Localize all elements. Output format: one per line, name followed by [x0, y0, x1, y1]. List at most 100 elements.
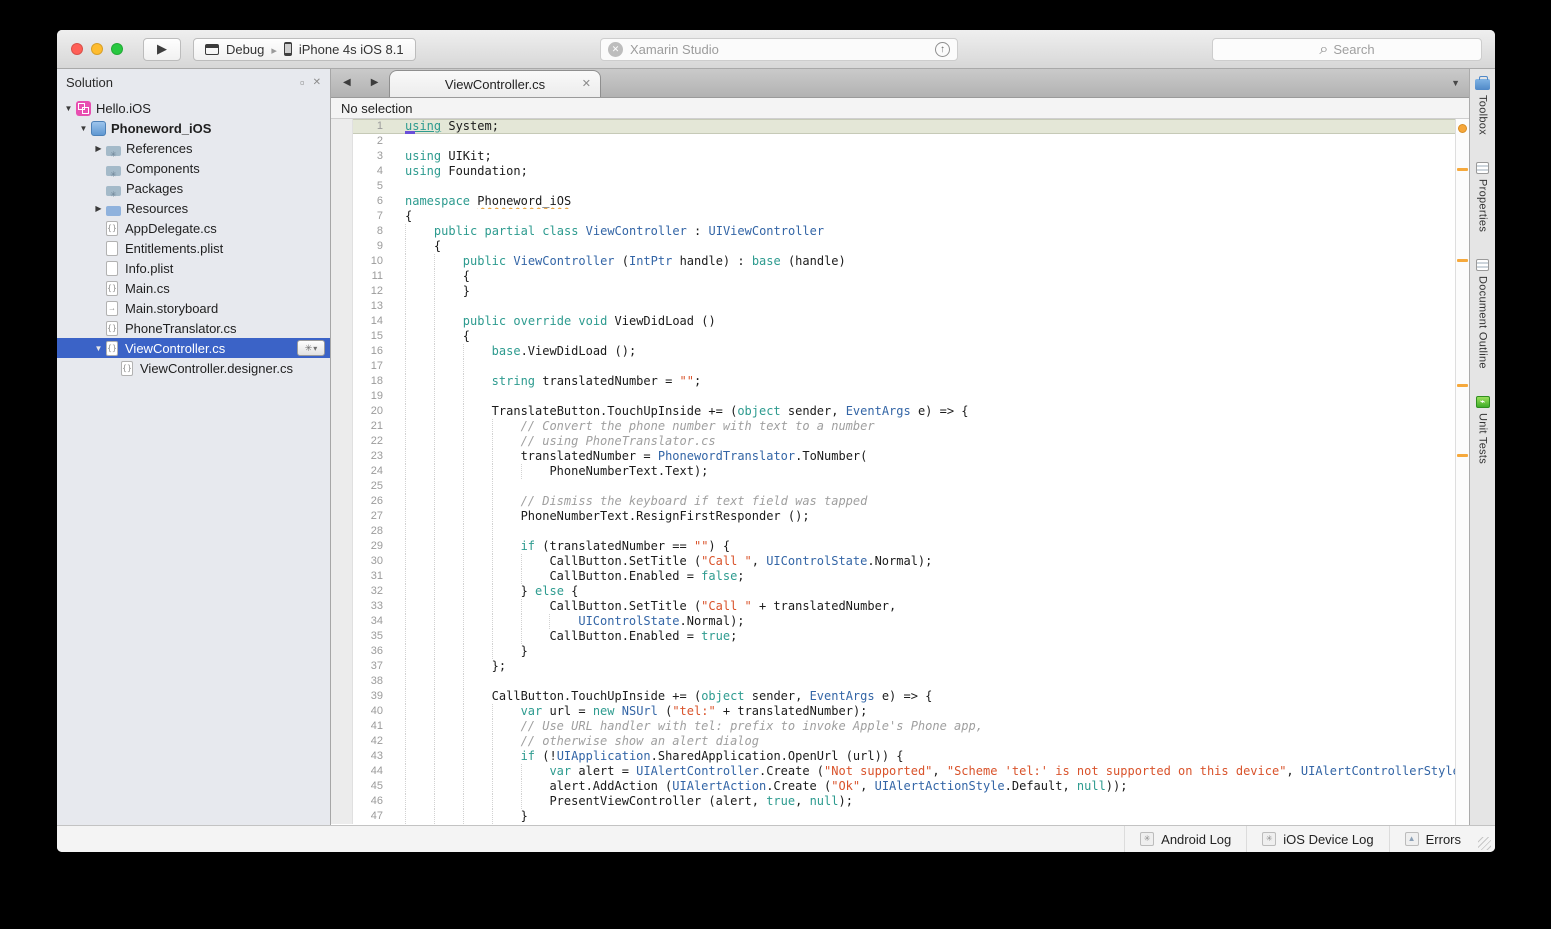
expander-open-icon[interactable]: ▼ — [63, 104, 74, 113]
statusbar-errors[interactable]: Errors — [1389, 826, 1476, 852]
breakpoint-margin[interactable] — [331, 374, 353, 389]
navigate-back-button[interactable] — [343, 77, 351, 88]
tree-item-components[interactable]: Components — [57, 158, 330, 178]
dock-pad-icon[interactable] — [300, 75, 305, 90]
tab-viewcontroller[interactable]: ViewController.cs — [389, 70, 601, 97]
close-pad-icon[interactable] — [313, 77, 321, 88]
breakpoint-margin[interactable] — [331, 809, 353, 824]
breakpoint-margin[interactable] — [331, 599, 353, 614]
warning-tick[interactable] — [1457, 259, 1468, 262]
zoom-window-button[interactable] — [111, 43, 123, 55]
breakpoint-margin[interactable] — [331, 704, 353, 719]
breakpoint-margin[interactable] — [331, 719, 353, 734]
breakpoint-margin[interactable] — [331, 689, 353, 704]
quick-task-status-icon[interactable] — [1458, 124, 1467, 133]
tree-item-entitlements-plist[interactable]: Entitlements.plist — [57, 238, 330, 258]
tree-item-phonetranslator-cs[interactable]: PhoneTranslator.cs — [57, 318, 330, 338]
tree-item-main-cs[interactable]: Main.cs — [57, 278, 330, 298]
breakpoint-margin[interactable] — [331, 164, 353, 179]
warning-tick[interactable] — [1457, 454, 1468, 457]
breakpoint-margin[interactable] — [331, 674, 353, 689]
close-window-button[interactable] — [71, 43, 83, 55]
navigate-forward-button[interactable] — [371, 77, 379, 88]
breakpoint-margin[interactable] — [331, 134, 353, 149]
tree-item-resources[interactable]: ▶Resources — [57, 198, 330, 218]
tree-item-appdelegate-cs[interactable]: AppDelegate.cs — [57, 218, 330, 238]
breakpoint-margin[interactable] — [331, 404, 353, 419]
statusbar-ios-device-log[interactable]: iOS Device Log — [1246, 826, 1388, 852]
tree-item-packages[interactable]: Packages — [57, 178, 330, 198]
pad-tab-toolbox[interactable]: Toolbox — [1475, 76, 1490, 135]
fold-margin — [391, 704, 405, 719]
warning-tick[interactable] — [1457, 168, 1468, 171]
pad-tab-document-outline[interactable]: Document Outline — [1476, 259, 1489, 369]
pad-tab-unit-tests[interactable]: Unit Tests — [1476, 396, 1490, 464]
breakpoint-margin[interactable] — [331, 344, 353, 359]
item-context-menu-button[interactable] — [297, 340, 325, 356]
tree-item-info-plist[interactable]: Info.plist — [57, 258, 330, 278]
breakpoint-margin[interactable] — [331, 449, 353, 464]
breakpoint-margin[interactable] — [331, 299, 353, 314]
breakpoint-margin[interactable] — [331, 659, 353, 674]
breakpoint-margin[interactable] — [331, 584, 353, 599]
breakpoint-margin[interactable] — [331, 764, 353, 779]
breakpoint-margin[interactable] — [331, 149, 353, 164]
breakpoint-margin[interactable] — [331, 209, 353, 224]
breakpoint-margin[interactable] — [331, 509, 353, 524]
run-button[interactable] — [143, 38, 181, 61]
expander-closed-icon[interactable]: ▶ — [93, 204, 104, 213]
breakpoint-margin[interactable] — [331, 119, 353, 134]
resize-grip[interactable] — [1478, 837, 1491, 850]
breakpoint-margin[interactable] — [331, 539, 353, 554]
overview-ruler[interactable] — [1455, 119, 1469, 825]
breakpoint-margin[interactable] — [331, 464, 353, 479]
tree-item-hello-ios[interactable]: ▼Hello.iOS — [57, 98, 330, 118]
warning-tick[interactable] — [1457, 384, 1468, 387]
breakpoint-margin[interactable] — [331, 629, 353, 644]
breakpoint-margin[interactable] — [331, 239, 353, 254]
tab-list-dropdown-icon[interactable] — [1451, 78, 1460, 88]
pad-tab-properties[interactable]: Properties — [1476, 162, 1489, 232]
close-tab-icon[interactable] — [582, 77, 591, 90]
code-editor[interactable]: 1using System;23using UIKit;4using Found… — [331, 119, 1469, 825]
folder-icon — [106, 206, 121, 216]
breakpoint-margin[interactable] — [331, 359, 353, 374]
expander-closed-icon[interactable]: ▶ — [93, 144, 104, 153]
tree-item-references[interactable]: ▶References — [57, 138, 330, 158]
breakpoint-margin[interactable] — [331, 284, 353, 299]
tree-item-main-storyboard[interactable]: Main.storyboard — [57, 298, 330, 318]
search-input[interactable]: Search — [1212, 38, 1482, 61]
expander-open-icon[interactable]: ▼ — [93, 344, 104, 353]
minimize-window-button[interactable] — [91, 43, 103, 55]
breakpoint-margin[interactable] — [331, 179, 353, 194]
statusbar-android-log[interactable]: Android Log — [1124, 826, 1246, 852]
expander-open-icon[interactable]: ▼ — [78, 124, 89, 133]
breakpoint-margin[interactable] — [331, 554, 353, 569]
breakpoint-margin[interactable] — [331, 569, 353, 584]
breakpoint-margin[interactable] — [331, 389, 353, 404]
breakpoint-margin[interactable] — [331, 269, 353, 284]
breakpoint-margin[interactable] — [331, 479, 353, 494]
breakpoint-margin[interactable] — [331, 734, 353, 749]
fold-margin — [391, 224, 405, 239]
breakpoint-margin[interactable] — [331, 194, 353, 209]
breakpoint-margin[interactable] — [331, 434, 353, 449]
breakpoint-margin[interactable] — [331, 494, 353, 509]
tree-item-viewcontroller-designer-cs[interactable]: ViewController.designer.cs — [57, 358, 330, 378]
breakpoint-margin[interactable] — [331, 749, 353, 764]
breakpoint-margin[interactable] — [331, 314, 353, 329]
breakpoint-margin[interactable] — [331, 614, 353, 629]
breakpoint-margin[interactable] — [331, 419, 353, 434]
breakpoint-margin[interactable] — [331, 329, 353, 344]
breakpoint-margin[interactable] — [331, 779, 353, 794]
build-target-selector[interactable]: Debug iPhone 4s iOS 8.1 — [193, 38, 416, 61]
tree-item-phoneword-ios[interactable]: ▼Phoneword_iOS — [57, 118, 330, 138]
tree-item-viewcontroller-cs[interactable]: ▼ViewController.cs — [57, 338, 330, 358]
breakpoint-margin[interactable] — [331, 644, 353, 659]
breakpoint-margin[interactable] — [331, 224, 353, 239]
breakpoint-margin[interactable] — [331, 794, 353, 809]
updates-icon[interactable] — [935, 42, 950, 57]
code-text: alert.AddAction (UIAlertAction.Create ("… — [405, 779, 1455, 794]
breakpoint-margin[interactable] — [331, 524, 353, 539]
breakpoint-margin[interactable] — [331, 254, 353, 269]
